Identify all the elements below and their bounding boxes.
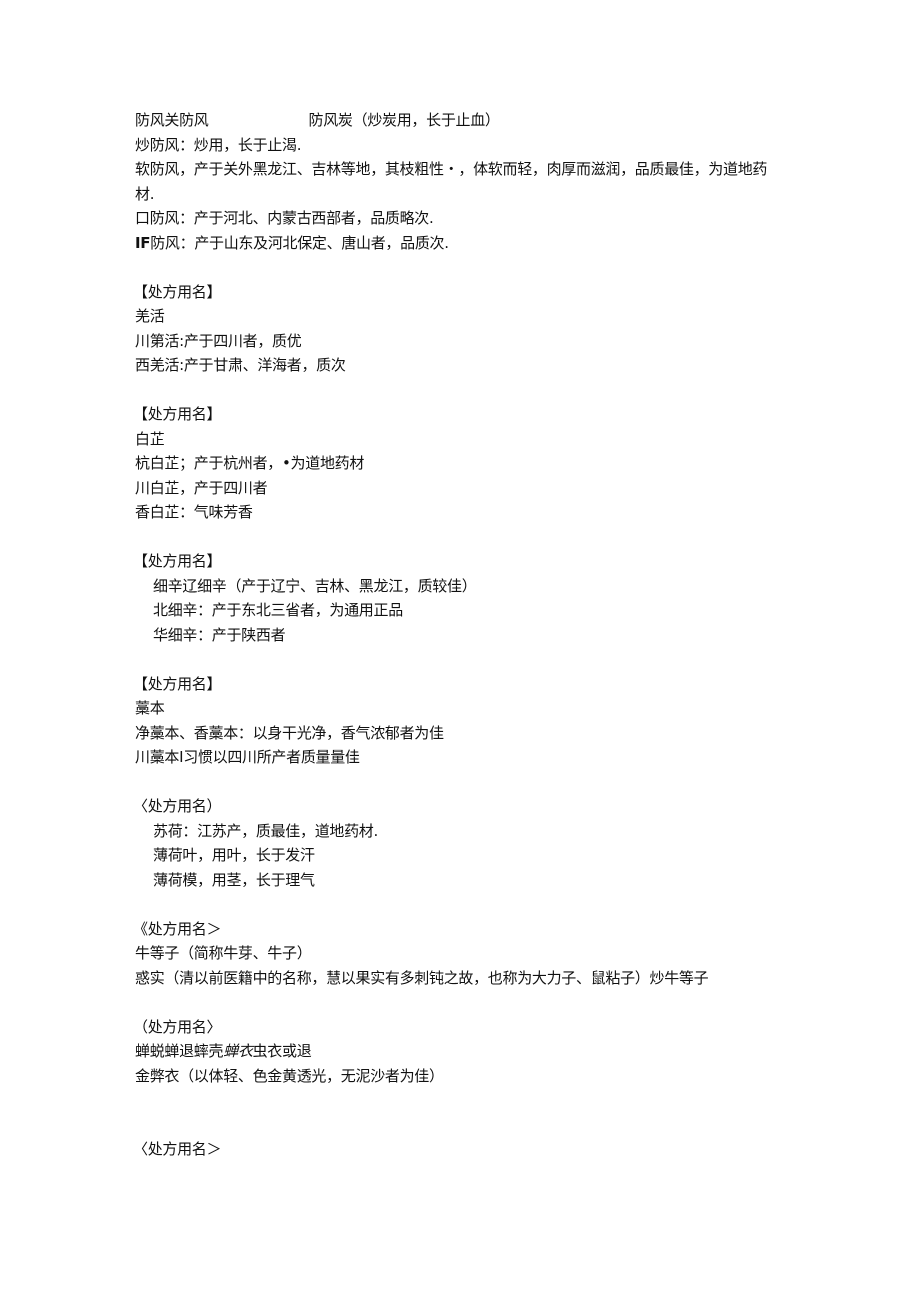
bohe-item: 苏荷：江苏产，质最佳，道地药材.	[153, 821, 378, 840]
gaoben-item: 净藁本、香藁本：以身干光净，香气浓郁者为佳	[135, 723, 444, 742]
chantui-line-1-c: 虫衣或退	[252, 1042, 312, 1060]
qianghuo-item: 羌活	[135, 307, 165, 325]
niubangzi-item: 牛等子（简称牛芽、牛子）	[135, 944, 312, 962]
niubangzi-heading: 《处方用名＞	[133, 919, 222, 938]
document-page: 防风关防风 防风炭（炒炭用，长于止血） 炒防风：炒用，长于止渴. 软防风，产于关外…	[133, 108, 785, 1162]
qianghuo-item: 川第活:产于四川者，质优	[135, 331, 302, 350]
fangfeng-line-1: 防风关防风 防风炭（炒炭用，长于止血）	[135, 108, 785, 133]
fangfeng-line-5-prefix: IF	[135, 233, 151, 252]
xixin-item: 华细辛：产于陕西者	[153, 625, 286, 644]
baizhi-item: 杭白芷；产于杭州者，•为道地药材	[135, 454, 365, 472]
gaoben-heading: 【处方用名】	[133, 674, 222, 693]
chantui-line-1-a: 蝉蜕蝉退蟀壳	[135, 1042, 224, 1060]
qianghuo-item: 西羌活:产于甘肃、洋海者，质次	[135, 356, 346, 374]
last-heading: 〈处方用名＞	[133, 1140, 222, 1158]
baizhi-item: 白芷	[135, 429, 165, 448]
chantui-heading: （处方用名〉	[133, 1017, 222, 1036]
xixin-item: 细辛辽细辛（产于辽宁、吉林、黑龙江，质较佳）	[153, 576, 477, 595]
fangfeng-charcoal: 防风炭（炒炭用，长于止血）	[308, 111, 500, 129]
bohe-item: 薄荷模，用茎，长于理气	[153, 870, 315, 889]
qianghuo-heading: 【处方用名】	[133, 282, 222, 301]
baizhi-item: 香白芷：气味芳香	[135, 503, 253, 521]
fangfeng-line-5: IF防风：产于山东及河北保定、唐山者，品质次.	[135, 231, 785, 256]
fangfeng-name: 防风关防风	[135, 111, 209, 129]
gaoben-item: 藁本	[135, 699, 165, 717]
fangfeng-line-4: 口防风：产于河北、内蒙古西部者，品质略次.	[135, 209, 434, 227]
baizhi-heading: 【处方用名】	[133, 405, 222, 423]
xixin-heading: 【处方用名】	[133, 552, 222, 570]
baizhi-item: 川白芷，产于四川者	[135, 478, 268, 497]
bohe-heading: 〈处方用名）	[133, 797, 222, 815]
gaoben-item: 川藁本I习惯以四川所产者质量量佳	[135, 748, 360, 766]
bohe-item: 薄荷叶，用叶，长于发汗	[153, 846, 315, 864]
xixin-item: 北细辛：产于东北三省者，为通用正品	[153, 601, 403, 619]
chantui-line-2: 金弊衣（以体轻、色金黄透光，无泥沙者为佳）	[135, 1066, 444, 1085]
fangfeng-line-3: 软防风，产于关外黑龙江、吉林等地，其枝粗性・，体软而轻，肉厚而滋润，品质最佳，为…	[135, 160, 768, 203]
niubangzi-item: 惑实（清以前医籍中的名称，慧以果实有多刺钝之故，也称为大力子、鼠粘子）炒牛等子	[135, 968, 709, 987]
fangfeng-line-5-text: 防风：产于山东及河北保定、唐山者，品质次.	[150, 233, 449, 252]
fangfeng-line-2: 炒防风：炒用，长于止渴.	[135, 135, 302, 154]
chantui-line-1-b: 蝉衣	[223, 1042, 253, 1060]
chantui-line-1: 蝉蜕蝉退蟀壳蝉衣虫衣或退	[135, 1039, 785, 1064]
